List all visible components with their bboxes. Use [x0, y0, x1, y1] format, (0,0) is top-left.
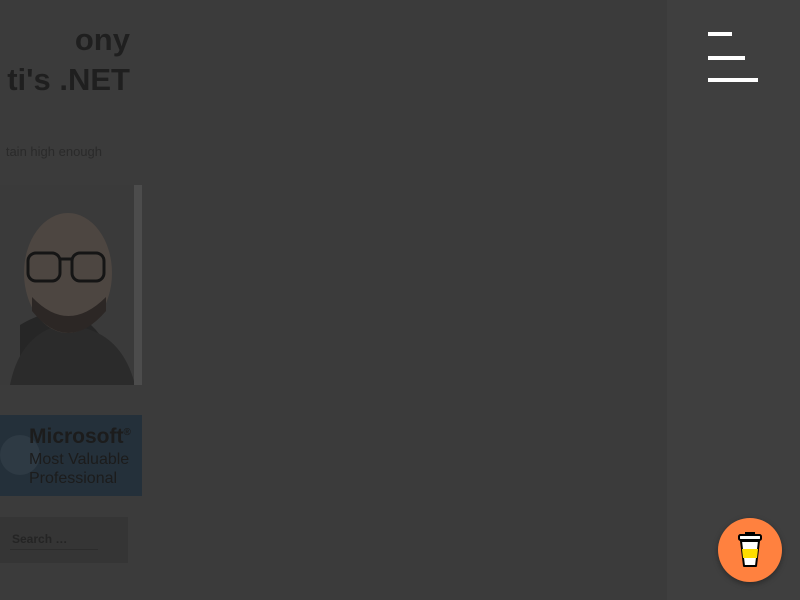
mvp-badge[interactable]: Microsoft® Most Valuable Professional [0, 415, 142, 496]
menu-panel [667, 0, 800, 600]
search-widget [0, 517, 128, 563]
hamburger-bar-top [708, 32, 732, 36]
page: ony ti's .NET tain high enough Microsoft… [0, 0, 800, 600]
portrait-illustration [0, 185, 142, 385]
profile-photo [0, 185, 142, 385]
hamburger-bar-bottom [708, 78, 758, 82]
site-title-line-2: ti's .NET [7, 62, 130, 97]
site-title[interactable]: ony ti's .NET [0, 20, 130, 100]
hamburger-menu-icon[interactable] [707, 30, 759, 86]
search-input[interactable] [10, 529, 98, 550]
mvp-badge-line-1: Microsoft® [29, 425, 131, 448]
sidebar-content: ony ti's .NET tain high enough Microsoft… [0, 0, 200, 600]
site-tagline: tain high enough [5, 144, 102, 159]
buy-me-a-coffee-button[interactable] [718, 518, 782, 582]
photo-edge [134, 185, 142, 385]
mvp-badge-line-3: Professional [29, 470, 118, 487]
mvp-badge-line-2: Most Valuable [29, 451, 130, 468]
site-title-line-1: ony [74, 22, 130, 57]
coffee-cup-icon [738, 532, 762, 567]
hamburger-bar-middle [708, 56, 745, 60]
